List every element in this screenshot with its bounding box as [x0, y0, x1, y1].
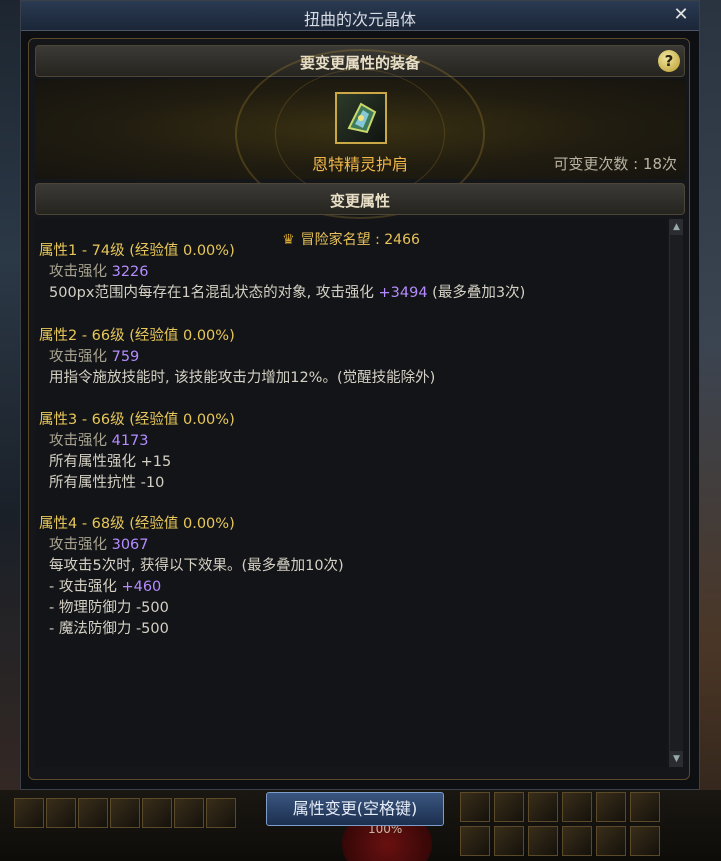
change-attribute-button[interactable]: 属性变更(空格键)	[266, 792, 444, 826]
attribute-block: 属性3 - 66级 (经验值 0.00%) 攻击强化 4173 所有属性强化 +15…	[35, 410, 655, 494]
skill-slot[interactable]	[494, 826, 524, 856]
attribute-value: 3226	[111, 264, 149, 280]
attribute-line: 用指令施放技能时, 该技能攻击力增加12%。(觉醒技能除外)	[35, 368, 655, 389]
skill-slot[interactable]	[528, 792, 558, 822]
skill-slot[interactable]	[562, 826, 592, 856]
scroll-down-icon[interactable]: ▼	[670, 751, 683, 767]
attribute-text: 所有属性强化 +15	[49, 454, 172, 470]
attribute-heading: 属性2 - 66级 (经验值 0.00%)	[39, 328, 235, 344]
attribute-value: +460	[121, 579, 162, 595]
equip-display: 恩特精灵护肩 可变更次数 : 18次	[35, 49, 685, 219]
attribute-value: 3067	[111, 537, 149, 553]
attribute-heading: 属性4 - 68级 (经验值 0.00%)	[39, 516, 235, 532]
quick-slot[interactable]	[78, 798, 108, 828]
attribute-value: 4173	[111, 433, 149, 449]
attribute-value: 759	[111, 349, 140, 365]
close-button[interactable]: ✕	[671, 4, 691, 26]
attribute-heading: 属性1 - 74级 (经验值 0.00%)	[39, 243, 235, 259]
quick-slot[interactable]	[142, 798, 172, 828]
skill-slot[interactable]	[596, 826, 626, 856]
attribute-line: 攻击强化 3067	[35, 535, 655, 556]
equipment-slot[interactable]	[335, 92, 387, 144]
attribute-block: 属性1 - 74级 (经验值 0.00%) 攻击强化 3226 500px范围内每存…	[35, 241, 655, 304]
attribute-text: 每攻击5次时, 获得以下效果。(最多叠加10次)	[49, 558, 344, 574]
attribute-line: 每攻击5次时, 获得以下效果。(最多叠加10次)	[35, 556, 655, 577]
attribute-line: 攻击强化 4173	[35, 431, 655, 452]
quick-slot[interactable]	[14, 798, 44, 828]
skill-slot[interactable]	[528, 826, 558, 856]
equipment-name: 恩特精灵护肩	[311, 155, 408, 174]
attribute-line: - 攻击强化 +460	[35, 577, 655, 598]
quick-slot[interactable]	[174, 798, 204, 828]
attribute-text: 所有属性抗性 -10	[49, 475, 165, 491]
skill-slot[interactable]	[562, 792, 592, 822]
change-attributes-header: 变更属性	[35, 183, 685, 215]
skill-slot[interactable]	[630, 792, 660, 822]
attribute-note: (最多叠加3次)	[427, 285, 526, 301]
quick-slot[interactable]	[206, 798, 236, 828]
remaining-changes: 可变更次数 : 18次	[553, 155, 677, 173]
attribute-text: - 魔法防御力 -500	[49, 621, 169, 637]
scroll-up-icon[interactable]: ▲	[670, 219, 683, 235]
attribute-text: - 攻击强化	[49, 579, 122, 595]
skill-slot[interactable]	[596, 792, 626, 822]
attribute-text: 攻击强化	[49, 349, 112, 365]
attribute-text: 攻击强化	[49, 537, 112, 553]
shoulder-armor-icon	[347, 102, 377, 134]
attribute-list: ♛ 冒险家名望 : 2466 属性1 - 74级 (经验值 0.00%) 攻击强化 …	[35, 219, 667, 767]
attribute-line: 500px范围内每存在1名混乱状态的对象, 攻击强化 +3494 (最多叠加3次…	[35, 283, 655, 304]
change-attributes-title: 变更属性	[329, 192, 390, 210]
attribute-block: 属性2 - 66级 (经验值 0.00%) 攻击强化 759 用指令施放技能时, 该…	[35, 326, 655, 389]
attribute-value: +3494	[378, 285, 428, 301]
attribute-text: - 物理防御力 -500	[49, 600, 169, 616]
bottom-bar: 100% 属性变更(空格键)	[0, 790, 721, 861]
dimension-crystal-window: 扭曲的次元晶体 ✕ 要变更属性的装备 ? 恩特精灵护肩 可变更次数 : 18次 …	[20, 0, 700, 790]
attribute-line: 所有属性抗性 -10	[35, 473, 655, 494]
help-button[interactable]: ?	[658, 50, 680, 72]
skill-slot[interactable]	[460, 792, 490, 822]
attribute-text: 攻击强化	[49, 433, 112, 449]
window-body: 要变更属性的装备 ? 恩特精灵护肩 可变更次数 : 18次 变更属性 ♛ 冒险家名…	[28, 38, 690, 780]
skill-slot[interactable]	[494, 792, 524, 822]
attribute-line: 攻击强化 3226	[35, 262, 655, 283]
attribute-text: 用指令施放技能时, 该技能攻击力增加12%。(觉醒技能除外)	[49, 370, 436, 386]
skill-slot[interactable]	[460, 826, 490, 856]
attribute-block: 属性4 - 68级 (经验值 0.00%) 攻击强化 3067 每攻击5次时, 获得…	[35, 514, 655, 640]
title-bar[interactable]: 扭曲的次元晶体 ✕	[21, 1, 699, 31]
attribute-line: - 魔法防御力 -500	[35, 619, 655, 640]
quick-slot[interactable]	[46, 798, 76, 828]
attribute-text: 攻击强化	[49, 264, 112, 280]
scrollbar[interactable]: ▲ ▼	[669, 219, 683, 767]
attribute-line: 攻击强化 759	[35, 347, 655, 368]
attribute-line: - 物理防御力 -500	[35, 598, 655, 619]
quick-slot[interactable]	[110, 798, 140, 828]
attribute-heading: 属性3 - 66级 (经验值 0.00%)	[39, 412, 235, 428]
attribute-line: 所有属性强化 +15	[35, 452, 655, 473]
skill-slot[interactable]	[630, 826, 660, 856]
window-title: 扭曲的次元晶体	[303, 10, 416, 29]
attribute-text: 500px范围内每存在1名混乱状态的对象, 攻击强化	[49, 285, 379, 301]
